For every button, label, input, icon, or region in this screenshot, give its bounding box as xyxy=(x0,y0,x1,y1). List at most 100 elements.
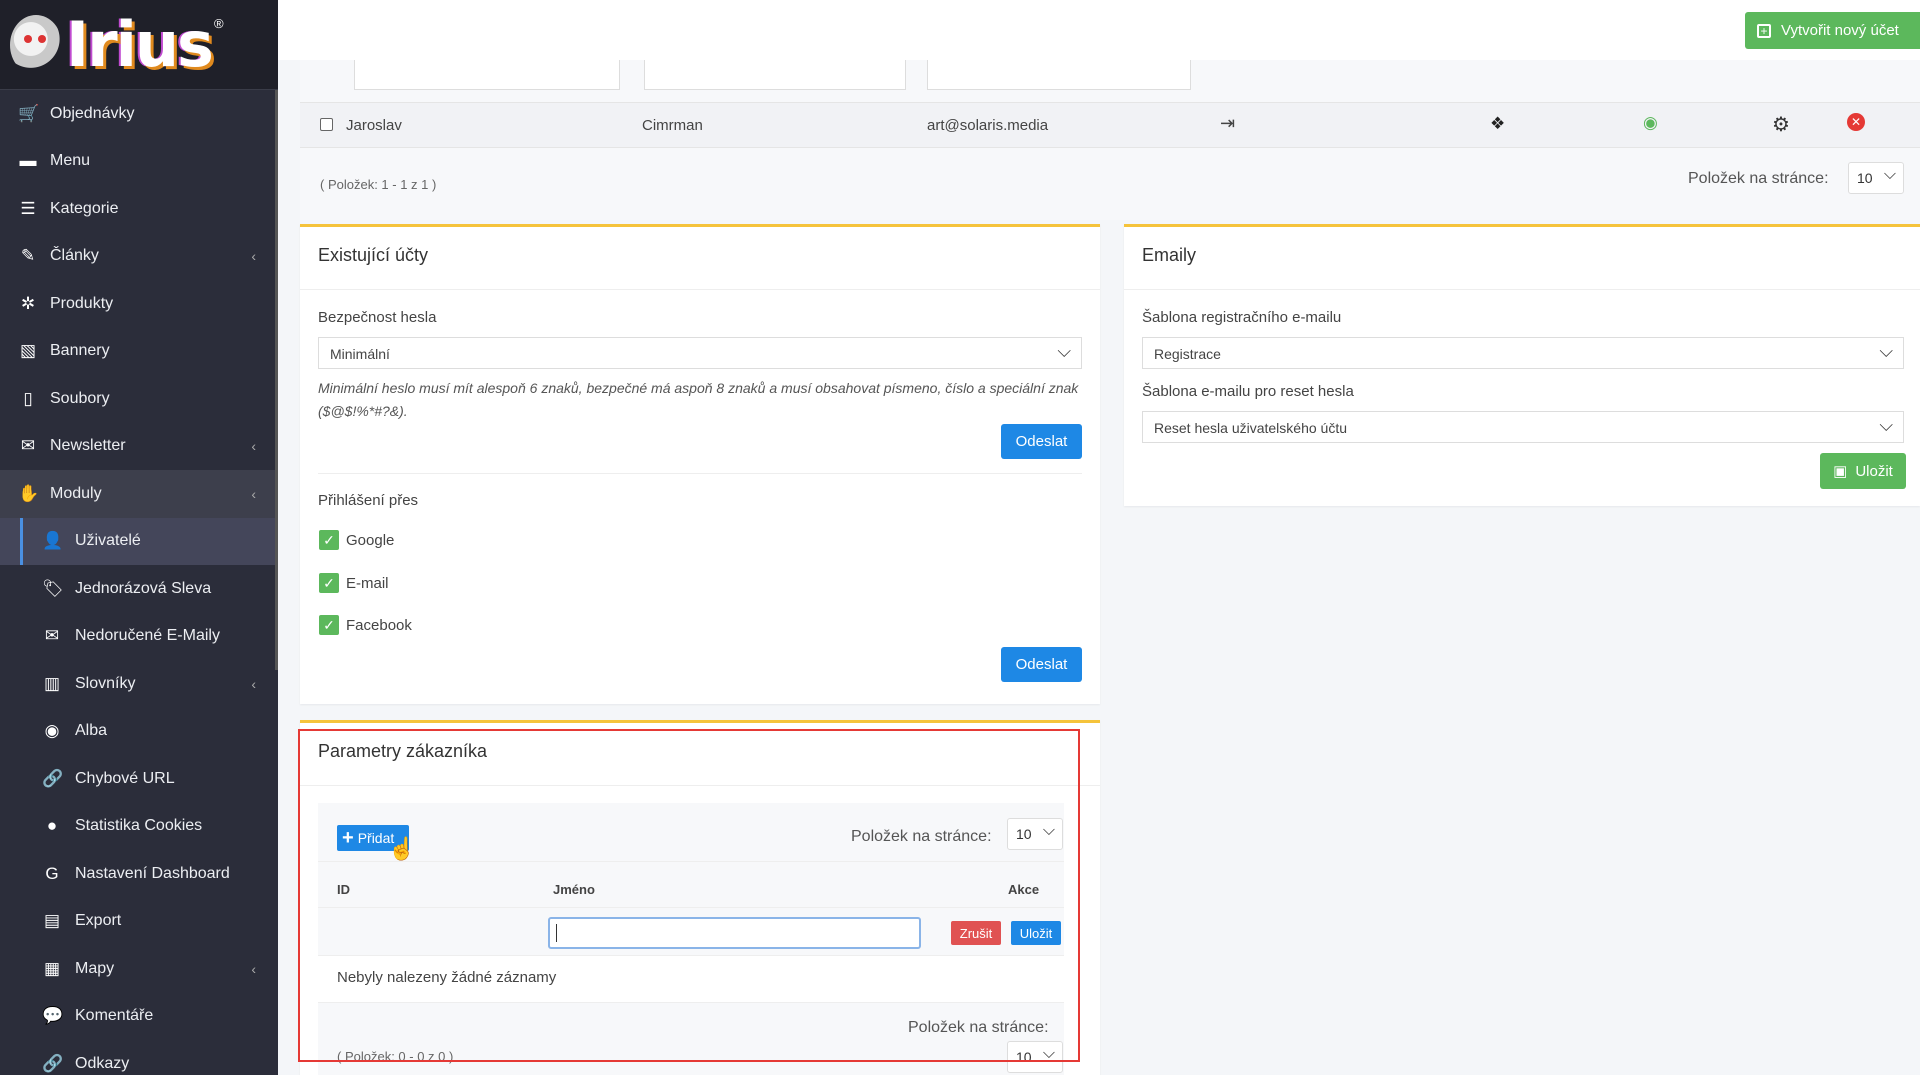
submit-login-button[interactable]: Odeslat xyxy=(1001,647,1082,682)
sidebar-item-články[interactable]: ✎ Články ‹ xyxy=(0,233,278,281)
sidebar-item-komentáře[interactable]: 💬 Komentáře xyxy=(0,993,278,1041)
sidebar-item-objednávky[interactable]: 🛒 Objednávky xyxy=(0,90,278,138)
sidebar-item-statistika-cookies[interactable]: ● Statistika Cookies xyxy=(0,803,278,851)
sidebar-item-label: Komentáře xyxy=(75,1007,154,1025)
emails-card: Emaily Šablona registračního e-mailu Reg… xyxy=(1124,224,1920,506)
gear-icon[interactable]: ⚙ xyxy=(1772,112,1790,137)
cart-icon: 🛒 xyxy=(18,103,40,123)
handshake-icon: ✋ xyxy=(18,483,40,503)
divider xyxy=(300,289,1100,290)
sidebar-item-produkty[interactable]: ✲ Produkty xyxy=(0,280,278,328)
submit-password-button[interactable]: Odeslat xyxy=(1001,424,1082,459)
accounts-title: Existující účty xyxy=(318,245,429,265)
sidebar-item-slovníky[interactable]: ▥ Slovníky ‹ xyxy=(0,660,278,708)
per-page-label: Položek na stránce: xyxy=(1688,170,1829,187)
sidebar-item-label: Chybové URL xyxy=(75,769,175,787)
plus-square-icon: + xyxy=(1757,23,1771,38)
create-account-label: Vytvořit nový účet xyxy=(1781,22,1899,39)
sidebar-item-soubory[interactable]: ▯ Soubory xyxy=(0,375,278,423)
envelope-icon: ✉ xyxy=(20,436,36,456)
google-checkbox[interactable]: ✓ xyxy=(319,530,339,550)
chevron-left-icon: ‹ xyxy=(251,248,256,265)
sidebar-item-label: Menu xyxy=(50,152,91,170)
brand-logo[interactable]: Irius ® xyxy=(0,0,278,90)
row-checkbox[interactable] xyxy=(320,118,333,131)
sidebar-item-label: Články xyxy=(50,247,99,265)
sidebar-item-label: Statistika Cookies xyxy=(75,817,203,835)
registration-template-label: Šablona registračního e-mailu xyxy=(1142,309,1342,326)
mail-bulk-icon: ✉ xyxy=(44,626,60,646)
sidebar-item-export[interactable]: ▤ Export xyxy=(0,898,278,946)
sidebar-item-odkazy[interactable]: 🔗 Odkazy xyxy=(0,1040,278,1075)
facebook-checkbox[interactable]: ✓ xyxy=(319,615,339,635)
chevron-left-icon: ‹ xyxy=(251,438,256,455)
login-via-label: Přihlášení přes xyxy=(318,492,419,509)
user-email: art@solaris.media xyxy=(927,117,1049,134)
camera-icon: ◉ xyxy=(44,721,60,741)
sidebar-item-label: Bannery xyxy=(50,342,110,360)
folder-icon: ▬ xyxy=(19,151,37,171)
sidebar-item-label: Mapy xyxy=(75,959,115,977)
registered-mark: ® xyxy=(213,16,224,31)
link-icon: 🔗 xyxy=(42,1053,64,1073)
password-security-select[interactable]: Minimální xyxy=(318,337,1082,369)
sidebar-item-moduly[interactable]: ✋ Moduly ‹ xyxy=(0,470,278,518)
sidebar-item-jednorázová-sleva[interactable]: 🏷 Jednorázová Sleva xyxy=(0,565,278,613)
dropbox-icon[interactable]: ❖ xyxy=(1490,114,1505,134)
sidebar-item-label: Produkty xyxy=(50,294,114,312)
eye-icon[interactable]: ◉ xyxy=(1643,113,1658,133)
list-icon: ☰ xyxy=(20,198,36,218)
sidebar-item-alba[interactable]: ◉ Alba xyxy=(0,708,278,756)
tags-icon: 🏷 xyxy=(42,578,64,598)
reset-template-value: Reset hesla uživatelského účtu xyxy=(1154,420,1347,436)
save-emails-button[interactable]: ▣ Uložit xyxy=(1820,453,1906,489)
chevron-left-icon: ‹ xyxy=(251,960,256,977)
brand-name: Irius xyxy=(66,7,214,81)
link-icon: 🔗 xyxy=(42,768,64,788)
sidebar-item-label: Newsletter xyxy=(50,437,126,455)
password-security-label: Bezpečnost hesla xyxy=(318,309,437,326)
sidebar-item-kategorie[interactable]: ☰ Kategorie xyxy=(0,185,278,233)
delete-icon[interactable]: ✕ xyxy=(1847,113,1865,131)
filter-last-name[interactable] xyxy=(644,60,906,90)
sidebar-item-newsletter[interactable]: ✉ Newsletter ‹ xyxy=(0,423,278,471)
chevron-left-icon: ‹ xyxy=(251,485,256,502)
user-first-name: Jaroslav xyxy=(346,117,402,134)
create-account-button[interactable]: + Vytvořit nový účet xyxy=(1745,12,1920,49)
topbar: + Vytvořit nový účet xyxy=(278,0,1920,60)
divider xyxy=(1124,289,1920,290)
aperture-icon: ✲ xyxy=(20,293,36,313)
sidebar-item-label: Objednávky xyxy=(50,104,135,122)
file-icon: ▯ xyxy=(23,388,33,408)
login-as-icon[interactable]: ⇥ xyxy=(1220,113,1235,134)
reset-template-label: Šablona e-mailu pro reset hesla xyxy=(1142,383,1354,400)
books-icon: ▥ xyxy=(43,673,61,693)
divider xyxy=(318,473,1082,474)
sidebar-item-uživatelé[interactable]: 👤 Uživatelé xyxy=(0,517,278,565)
sidebar-item-label: Moduly xyxy=(50,484,102,502)
comments-icon: 💬 xyxy=(42,1006,64,1026)
map-icon: ▦ xyxy=(43,958,61,978)
users-table: Jaroslav Cimrman art@solaris.media ⇥ ❖ ◉… xyxy=(300,60,1920,220)
per-page-select[interactable]: 10 xyxy=(1848,162,1904,194)
filter-email[interactable] xyxy=(927,60,1191,90)
mascot-icon xyxy=(10,14,62,75)
sidebar-item-nastavení-dashboard[interactable]: G Nastavení Dashboard xyxy=(0,850,278,898)
user-last-name: Cimrman xyxy=(642,117,703,134)
sidebar-item-label: Nastavení Dashboard xyxy=(75,864,230,882)
sidebar-item-menu[interactable]: ▬ Menu xyxy=(0,138,278,186)
registration-template-select[interactable]: Registrace xyxy=(1142,337,1904,369)
sidebar-item-mapy[interactable]: ▦ Mapy ‹ xyxy=(0,945,278,993)
cookie-icon: ● xyxy=(46,816,58,836)
image-icon: ▧ xyxy=(19,341,37,361)
table-row: Jaroslav Cimrman art@solaris.media ⇥ ❖ ◉… xyxy=(300,102,1920,148)
sidebar-item-nedoručené-e-maily[interactable]: ✉ Nedoručené E-Maily xyxy=(0,613,278,661)
save-emails-label: Uložit xyxy=(1855,462,1893,480)
sidebar-item-bannery[interactable]: ▧ Bannery xyxy=(0,328,278,376)
sidebar-item-chybové-url[interactable]: 🔗 Chybové URL xyxy=(0,755,278,803)
reset-template-select[interactable]: Reset hesla uživatelského účtu xyxy=(1142,411,1904,443)
filter-first-name[interactable] xyxy=(354,60,620,90)
sidebar-scrollbar[interactable] xyxy=(275,90,278,670)
sidebar-item-label: Jednorázová Sleva xyxy=(75,579,212,597)
email-checkbox[interactable]: ✓ xyxy=(319,573,339,593)
